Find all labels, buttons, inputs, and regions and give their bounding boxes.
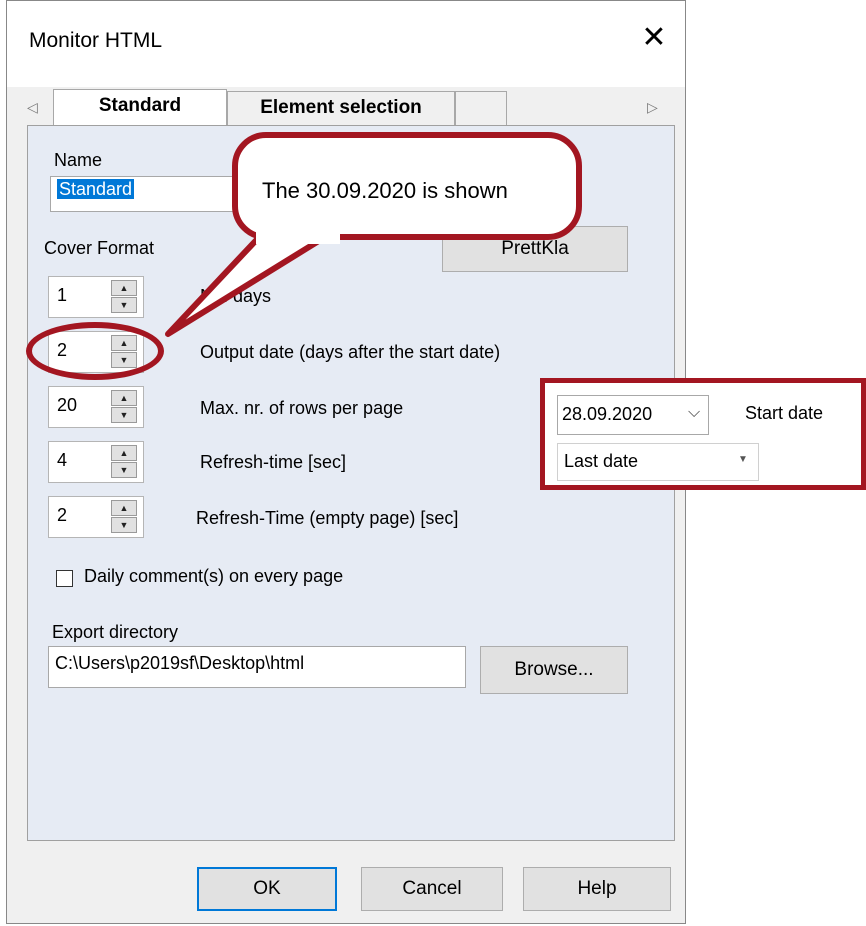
start-date-picker[interactable]: 28.09.2020 ⌵: [557, 395, 709, 435]
date-mode-value: Last date: [564, 451, 639, 471]
date-panel-highlight: 28.09.2020 ⌵ Start date Last date ▼: [540, 378, 866, 490]
chevron-down-icon[interactable]: ⌵: [688, 404, 700, 422]
highlight-ellipse: [26, 322, 164, 380]
date-mode-select[interactable]: Last date ▼: [557, 443, 759, 481]
callout-tail-join: [256, 230, 340, 244]
dropdown-arrow-icon[interactable]: ▼: [738, 454, 748, 465]
start-date-label: Start date: [745, 403, 824, 423]
start-date-value: 28.09.2020: [562, 404, 653, 424]
callout-bubble: The 30.09.2020 is shown: [232, 132, 582, 240]
callout-text: The 30.09.2020 is shown: [262, 178, 508, 203]
